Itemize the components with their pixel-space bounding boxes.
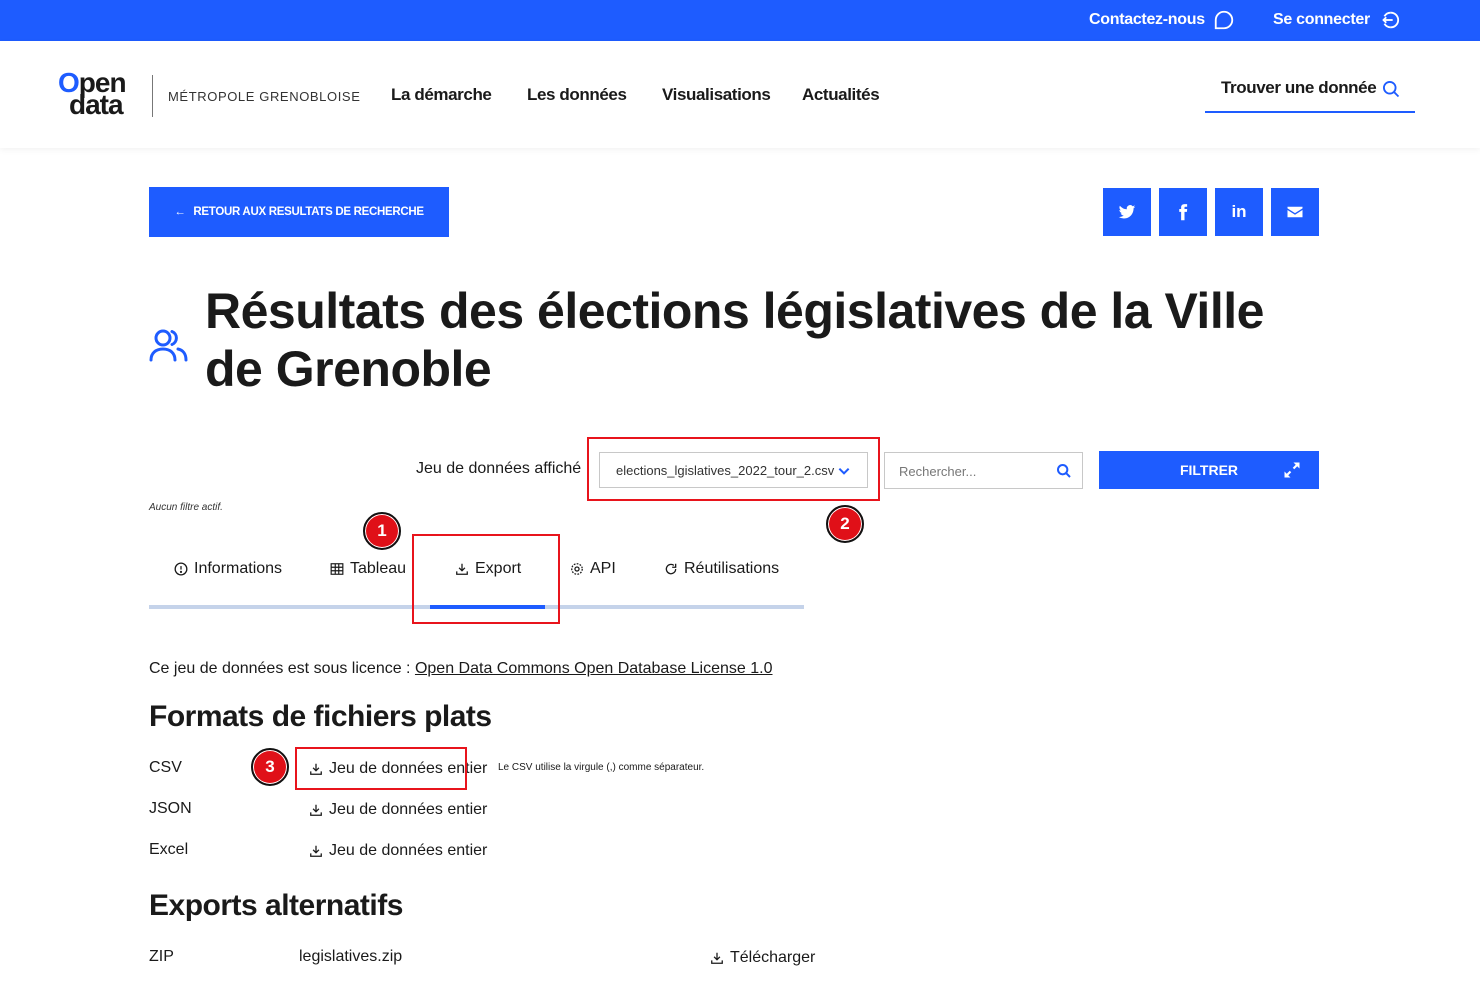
nav-donnees[interactable]: Les données [527,85,627,105]
download-json-link[interactable]: Jeu de données entier [309,801,487,819]
nav-actualites[interactable]: Actualités [802,85,880,105]
license-prefix: Ce jeu de données est sous licence : [149,660,415,677]
tab-label: API [590,560,616,577]
facebook-icon [1179,204,1188,221]
opendata-logo[interactable]: Open data [58,69,140,121]
contact-label: Contactez-nous [1089,11,1205,28]
download-excel-link[interactable]: Jeu de données entier [309,842,487,860]
expand-icon[interactable] [1283,461,1301,479]
search-icon[interactable] [1056,463,1072,479]
tab-informations[interactable]: Informations [174,560,282,578]
no-filter-text: Aucun filtre actif. [149,502,223,513]
download-icon [310,804,322,816]
format-name-json: JSON [149,800,192,817]
filter-button[interactable]: FILTRER [1099,451,1319,489]
annotation-badge-2: 2 [826,505,864,543]
annotation-box-export-tab [412,534,560,624]
license-link[interactable]: Open Data Commons Open Database License … [415,660,773,677]
back-to-results-button[interactable]: ← RETOUR AUX RESULTATS DE RECHERCHE [149,187,449,237]
alt-export-type: ZIP [149,948,174,965]
download-icon [310,845,322,857]
download-label: Jeu de données entier [329,801,488,818]
search-input[interactable] [899,461,1049,481]
find-data-label: Trouver une donnée [1221,78,1377,97]
info-icon [174,562,188,576]
page-title: Résultats des élections législatives de … [205,283,1264,397]
nav-demarche[interactable]: La démarche [391,85,492,105]
refresh-icon [665,563,677,575]
table-icon [330,563,344,575]
top-bar: Contactez-nous Se connecter [0,0,1480,41]
contact-link[interactable]: Contactez-nous [1089,9,1235,31]
gear-icon [571,563,583,575]
share-twitter-button[interactable] [1103,188,1151,236]
tab-api[interactable]: API [570,560,616,578]
alt-exports-heading: Exports alternatifs [149,889,403,922]
search-icon [1383,81,1400,98]
dataset-label: Jeu de données affiché [416,460,582,477]
tab-label: Réutilisations [684,560,780,577]
share-facebook-button[interactable] [1159,188,1207,236]
annotation-box-csv-download [295,747,467,790]
annotation-badge-3: 3 [251,748,289,786]
users-icon [149,329,188,362]
tab-tableau[interactable]: Tableau [330,560,406,578]
tab-reutilisations[interactable]: Réutilisations [664,560,779,578]
find-data-button[interactable]: Trouver une donnée [1205,71,1415,113]
logo-divider [152,75,153,117]
twitter-icon [1118,205,1136,219]
back-label: RETOUR AUX RESULTATS DE RECHERCHE [193,206,424,218]
alt-export-download-link[interactable]: Télécharger [710,949,815,967]
alt-export-file: legislatives.zip [299,948,403,965]
share-linkedin-button[interactable]: in [1215,188,1263,236]
flat-formats-heading: Formats de fichiers plats [149,700,492,733]
nav-visualisations[interactable]: Visualisations [662,85,771,105]
linkedin-icon: in [1231,202,1247,221]
search-box [884,452,1083,489]
chat-bubble-icon [1214,10,1233,30]
csv-separator-note: Le CSV utilise la virgule (,) comme sépa… [498,762,705,773]
format-name-csv: CSV [149,759,182,776]
tab-label: Informations [194,560,283,577]
logo-text-data: data [69,89,124,120]
metropole-label: MÉTROPOLE GRENOBLOISE [168,89,361,104]
license-text: Ce jeu de données est sous licence : Ope… [149,660,773,678]
login-link[interactable]: Se connecter [1273,9,1400,31]
mail-icon [1287,206,1303,218]
filter-button-label: FILTRER [1179,462,1239,478]
share-mail-button[interactable] [1271,188,1319,236]
annotation-box-dataset-select [587,437,880,501]
download-label: Télécharger [730,949,816,966]
download-label: Jeu de données entier [329,842,488,859]
download-icon [711,952,723,964]
format-name-excel: Excel [149,841,189,858]
site-header: Open data MÉTROPOLE GRENOBLOISE La démar… [0,41,1480,148]
arrow-left-icon: ← [174,206,186,218]
login-label: Se connecter [1273,11,1370,28]
login-icon [1382,11,1399,29]
tab-label: Tableau [350,560,407,577]
annotation-badge-1: 1 [363,512,401,550]
